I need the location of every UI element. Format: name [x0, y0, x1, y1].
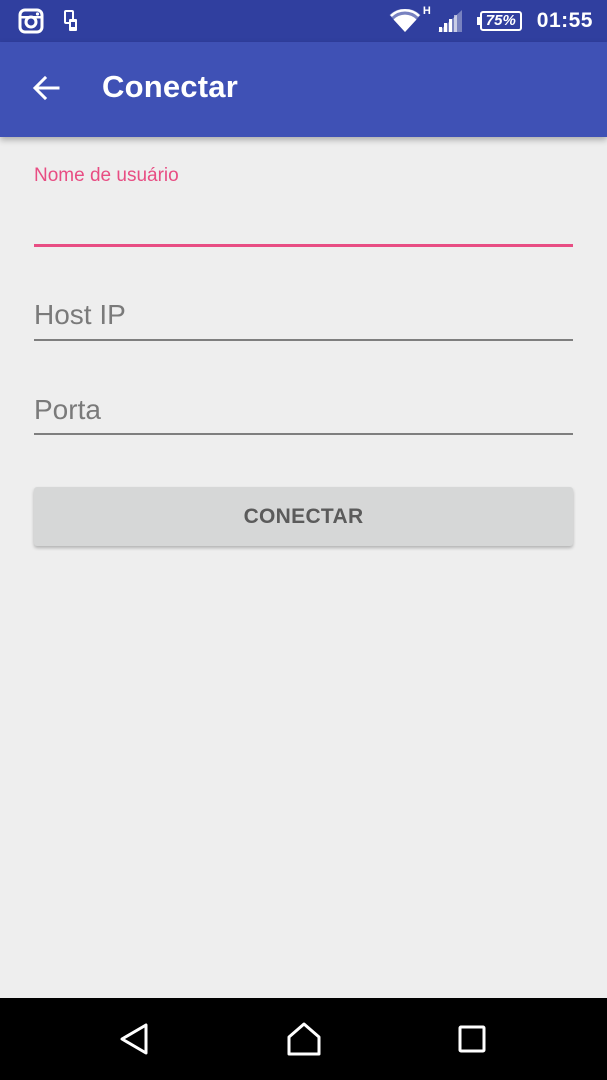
page-title: Conectar [102, 69, 238, 104]
back-button[interactable] [22, 66, 70, 114]
host-ip-input[interactable] [34, 294, 573, 336]
clock: 01:55 [536, 9, 593, 32]
battery-indicator: 75% [476, 11, 523, 31]
signal-icon [437, 9, 463, 33]
status-bar-notifications [18, 8, 78, 34]
instagram-icon [18, 8, 44, 34]
port-input[interactable] [34, 389, 573, 431]
network-type: H [422, 5, 431, 17]
app-bar: Conectar [0, 42, 607, 137]
back-triangle-icon [118, 1022, 152, 1061]
status-bar: H 75% 01:55 [0, 0, 607, 42]
nav-recents-button[interactable] [448, 1017, 496, 1065]
device-icon [64, 10, 78, 32]
battery-level: 75% [485, 12, 516, 29]
recents-icon [457, 1024, 487, 1059]
username-input[interactable] [34, 199, 573, 239]
nav-back-button[interactable] [111, 1017, 159, 1065]
username-label: Nome de usuário [34, 165, 179, 186]
nav-home-button[interactable] [280, 1017, 328, 1065]
wifi-icon [389, 9, 421, 33]
connect-button[interactable]: CONECTAR [34, 487, 573, 546]
navigation-bar [0, 998, 607, 1080]
home-icon [286, 1022, 322, 1061]
username-underline [34, 244, 573, 247]
host-ip-underline [34, 339, 573, 341]
arrow-back-icon [31, 73, 61, 108]
status-bar-system: H 75% 01:55 [389, 0, 593, 42]
port-underline [34, 433, 573, 435]
